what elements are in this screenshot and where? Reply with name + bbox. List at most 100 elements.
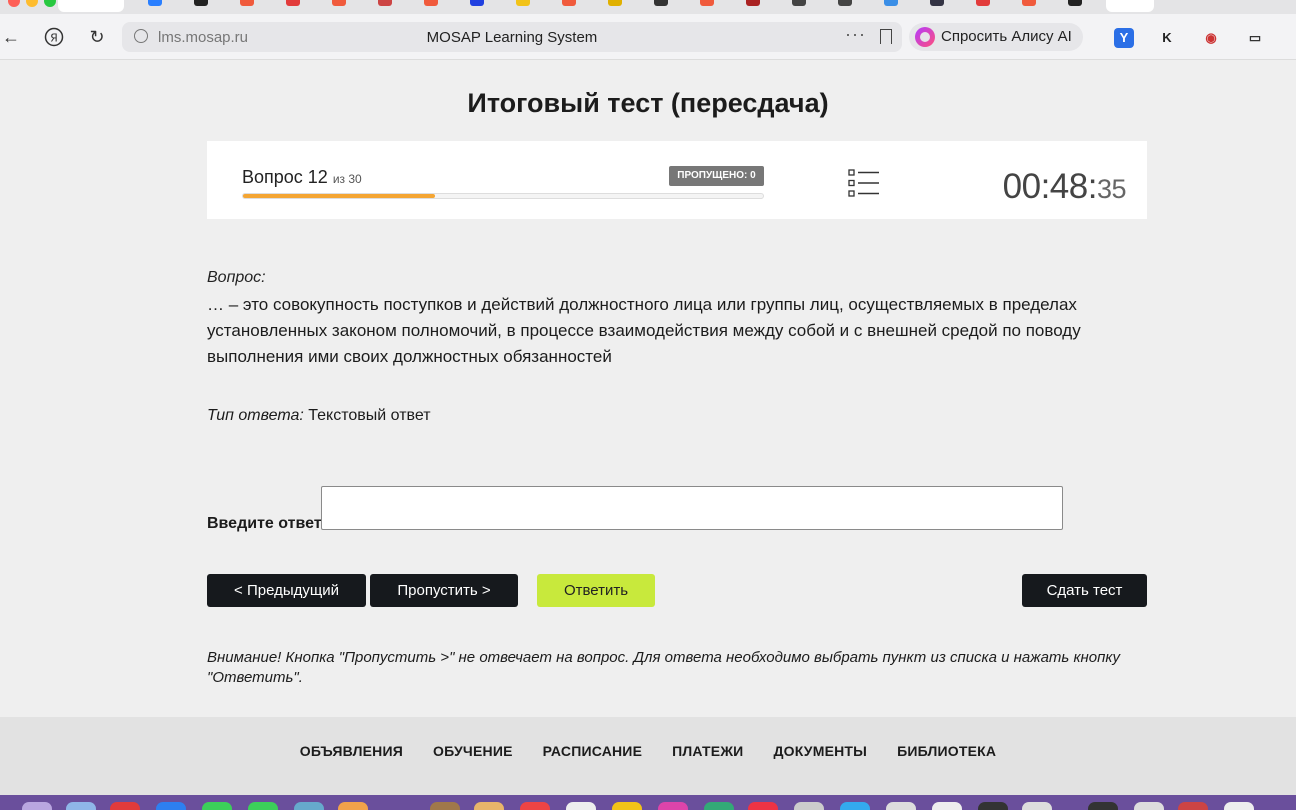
dock-app-icon[interactable] — [1224, 802, 1254, 810]
tab-icon[interactable] — [378, 0, 392, 6]
question-text: … – это совокупность поступков и действи… — [207, 295, 1081, 366]
answer-type-label: Тип ответа: — [207, 407, 304, 424]
alice-button[interactable]: Спросить Алису AI — [909, 23, 1083, 51]
alice-icon — [915, 27, 935, 47]
tab-strip — [0, 0, 1296, 14]
url-text[interactable]: lms.mosap.ru — [158, 29, 248, 46]
address-bar[interactable]: lms.mosap.ru MOSAP Learning System ··· — [122, 22, 902, 52]
question-status-panel: Вопрос 12 из 30 ПРОПУЩЕНО: 0 00:48:35 — [207, 141, 1147, 219]
dock-app-icon[interactable] — [294, 802, 324, 810]
tab-icon[interactable] — [240, 0, 254, 6]
reload-icon[interactable]: ↻ — [86, 26, 108, 48]
dock-app-icon[interactable] — [520, 802, 550, 810]
question-list-icon[interactable] — [848, 169, 880, 197]
footer-link-announcements[interactable]: ОБЪЯВЛЕНИЯ — [300, 743, 403, 759]
tab-icon[interactable] — [838, 0, 852, 6]
maximize-window-button[interactable] — [44, 0, 56, 7]
question-total: из 30 — [332, 172, 362, 186]
dock-app-icon[interactable] — [430, 802, 460, 810]
extension-icon[interactable]: Y — [1114, 28, 1134, 48]
dock-app-icon[interactable] — [248, 802, 278, 810]
dock-app-icon[interactable] — [840, 802, 870, 810]
svg-text:Я: Я — [50, 32, 58, 45]
tab-icon[interactable] — [608, 0, 622, 6]
dock-app-icon[interactable] — [612, 802, 642, 810]
dock-app-icon[interactable] — [932, 802, 962, 810]
question-number: Вопрос 12 — [242, 167, 328, 187]
footer-link-learning[interactable]: ОБУЧЕНИЕ — [433, 743, 513, 759]
dock-app-icon[interactable] — [748, 802, 778, 810]
footer-link-schedule[interactable]: РАСПИСАНИЕ — [543, 743, 643, 759]
tab-icon[interactable] — [654, 0, 668, 6]
footer-link-payments[interactable]: ПЛАТЕЖИ — [672, 743, 743, 759]
submit-test-button[interactable]: Сдать тест — [1022, 574, 1147, 607]
browser-tab-active[interactable] — [58, 0, 124, 12]
dock-app-icon[interactable] — [1022, 802, 1052, 810]
tab-icon[interactable] — [1022, 0, 1036, 6]
battery-icon[interactable]: ▭ — [1245, 28, 1265, 48]
skipped-badge: ПРОПУЩЕНО: 0 — [669, 166, 764, 186]
dock-app-icon[interactable] — [886, 802, 916, 810]
timer-main: 00:48: — [1002, 167, 1098, 206]
tab-icon[interactable] — [470, 0, 484, 6]
answer-type-value: Текстовый ответ — [308, 407, 431, 424]
yandex-icon[interactable]: Я — [43, 26, 65, 53]
tab-icon[interactable] — [194, 0, 208, 6]
tab-icon[interactable] — [332, 0, 346, 6]
dock-app-icon[interactable] — [978, 802, 1008, 810]
dock-app-icon[interactable] — [66, 802, 96, 810]
page-title: Итоговый тест (пересдача) — [467, 88, 829, 118]
close-window-button[interactable] — [8, 0, 20, 7]
footer-link-documents[interactable]: ДОКУМЕНТЫ — [773, 743, 867, 759]
bookmark-icon[interactable] — [880, 29, 892, 44]
answer-input[interactable] — [321, 486, 1063, 530]
dock-app-icon[interactable] — [794, 802, 824, 810]
dock-app-icon[interactable] — [704, 802, 734, 810]
progress-bar — [242, 193, 764, 199]
question-caption: Вопрос: — [207, 269, 266, 286]
tab-icon[interactable] — [930, 0, 944, 6]
question-counter: Вопрос 12 из 30 — [242, 167, 362, 188]
tab-icon[interactable] — [562, 0, 576, 6]
dock-app-icon[interactable] — [1178, 802, 1208, 810]
dock — [0, 795, 1296, 810]
dock-app-icon[interactable] — [202, 802, 232, 810]
tab-icon[interactable] — [286, 0, 300, 6]
progress-fill — [243, 194, 436, 198]
tab-icon[interactable] — [792, 0, 806, 6]
skip-button[interactable]: Пропустить > — [370, 574, 518, 607]
footer: ОБЪЯВЛЕНИЯ ОБУЧЕНИЕ РАСПИСАНИЕ ПЛАТЕЖИ ДОКУМ… — [0, 717, 1296, 795]
answer-prompt: Введите ответ: — [207, 515, 327, 532]
dock-app-icon[interactable] — [110, 802, 140, 810]
dock-app-icon[interactable] — [658, 802, 688, 810]
dock-app-icon[interactable] — [1134, 802, 1164, 810]
browser-tab[interactable] — [1106, 0, 1154, 12]
tab-icon[interactable] — [424, 0, 438, 6]
dock-app-icon[interactable] — [1088, 802, 1118, 810]
skip-warning: Внимание! Кнопка "Пропустить >" не отвеч… — [207, 649, 1120, 686]
tab-icon[interactable] — [884, 0, 898, 6]
dock-app-icon[interactable] — [474, 802, 504, 810]
previous-button[interactable]: < Предыдущий — [207, 574, 366, 607]
extension-icon[interactable]: K — [1157, 28, 1177, 48]
tab-icon[interactable] — [700, 0, 714, 6]
tab-icon[interactable] — [976, 0, 990, 6]
browser-toolbar: ← Я ↻ lms.mosap.ru MOSAP Learning System… — [0, 14, 1296, 60]
answer-button[interactable]: Ответить — [537, 574, 655, 607]
countdown-timer: 00:48:35 — [1002, 167, 1127, 207]
back-icon[interactable]: ← — [0, 26, 22, 48]
tab-icon[interactable] — [516, 0, 530, 6]
answer-type: Тип ответа: Текстовый ответ — [207, 407, 431, 425]
tab-icon[interactable] — [1068, 0, 1082, 6]
minimize-window-button[interactable] — [26, 0, 38, 7]
extension-icon[interactable]: ◉ — [1201, 28, 1221, 48]
footer-nav: ОБЪЯВЛЕНИЯ ОБУЧЕНИЕ РАСПИСАНИЕ ПЛАТЕЖИ ДОКУМ… — [0, 743, 1296, 761]
tab-icon[interactable] — [746, 0, 760, 6]
dock-app-icon[interactable] — [22, 802, 52, 810]
tab-icon[interactable] — [148, 0, 162, 6]
dock-app-icon[interactable] — [156, 802, 186, 810]
more-icon[interactable]: ··· — [845, 24, 866, 45]
footer-link-library[interactable]: БИБЛИОТЕКА — [897, 743, 996, 759]
dock-app-icon[interactable] — [566, 802, 596, 810]
dock-app-icon[interactable] — [338, 802, 368, 810]
